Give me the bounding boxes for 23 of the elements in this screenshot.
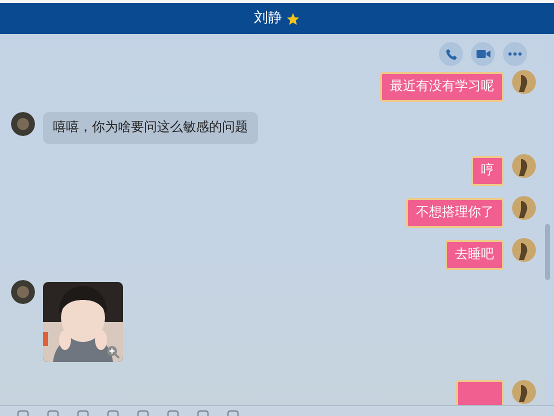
avatar[interactable]: [512, 380, 536, 404]
window-title: 刘静: [254, 9, 282, 28]
avatar[interactable]: [512, 154, 536, 178]
message-bubble: 不想搭理你了: [406, 198, 504, 228]
call-button[interactable]: [439, 42, 463, 66]
avatar[interactable]: [512, 70, 536, 94]
zoom-icon[interactable]: [106, 345, 120, 359]
more-icon: [508, 52, 522, 56]
message-bubble: 去睡吧: [445, 240, 504, 270]
video-call-button[interactable]: [471, 42, 495, 66]
star-icon: [286, 12, 300, 26]
avatar[interactable]: [11, 280, 35, 304]
more-button[interactable]: [503, 42, 527, 66]
phone-icon: [444, 48, 458, 60]
message-bubble: 嘻嘻，你为啥要问这么敏感的问题: [43, 112, 258, 144]
message-bubble: 最近有没有学习呢: [380, 72, 504, 102]
video-camera-icon: [476, 48, 490, 60]
scrollbar-thumb[interactable]: [545, 224, 550, 280]
message-bubble: [456, 380, 504, 405]
message-bubble: 哼: [471, 156, 504, 186]
avatar[interactable]: [512, 238, 536, 262]
avatar[interactable]: [512, 196, 536, 220]
avatar[interactable]: [11, 112, 35, 136]
